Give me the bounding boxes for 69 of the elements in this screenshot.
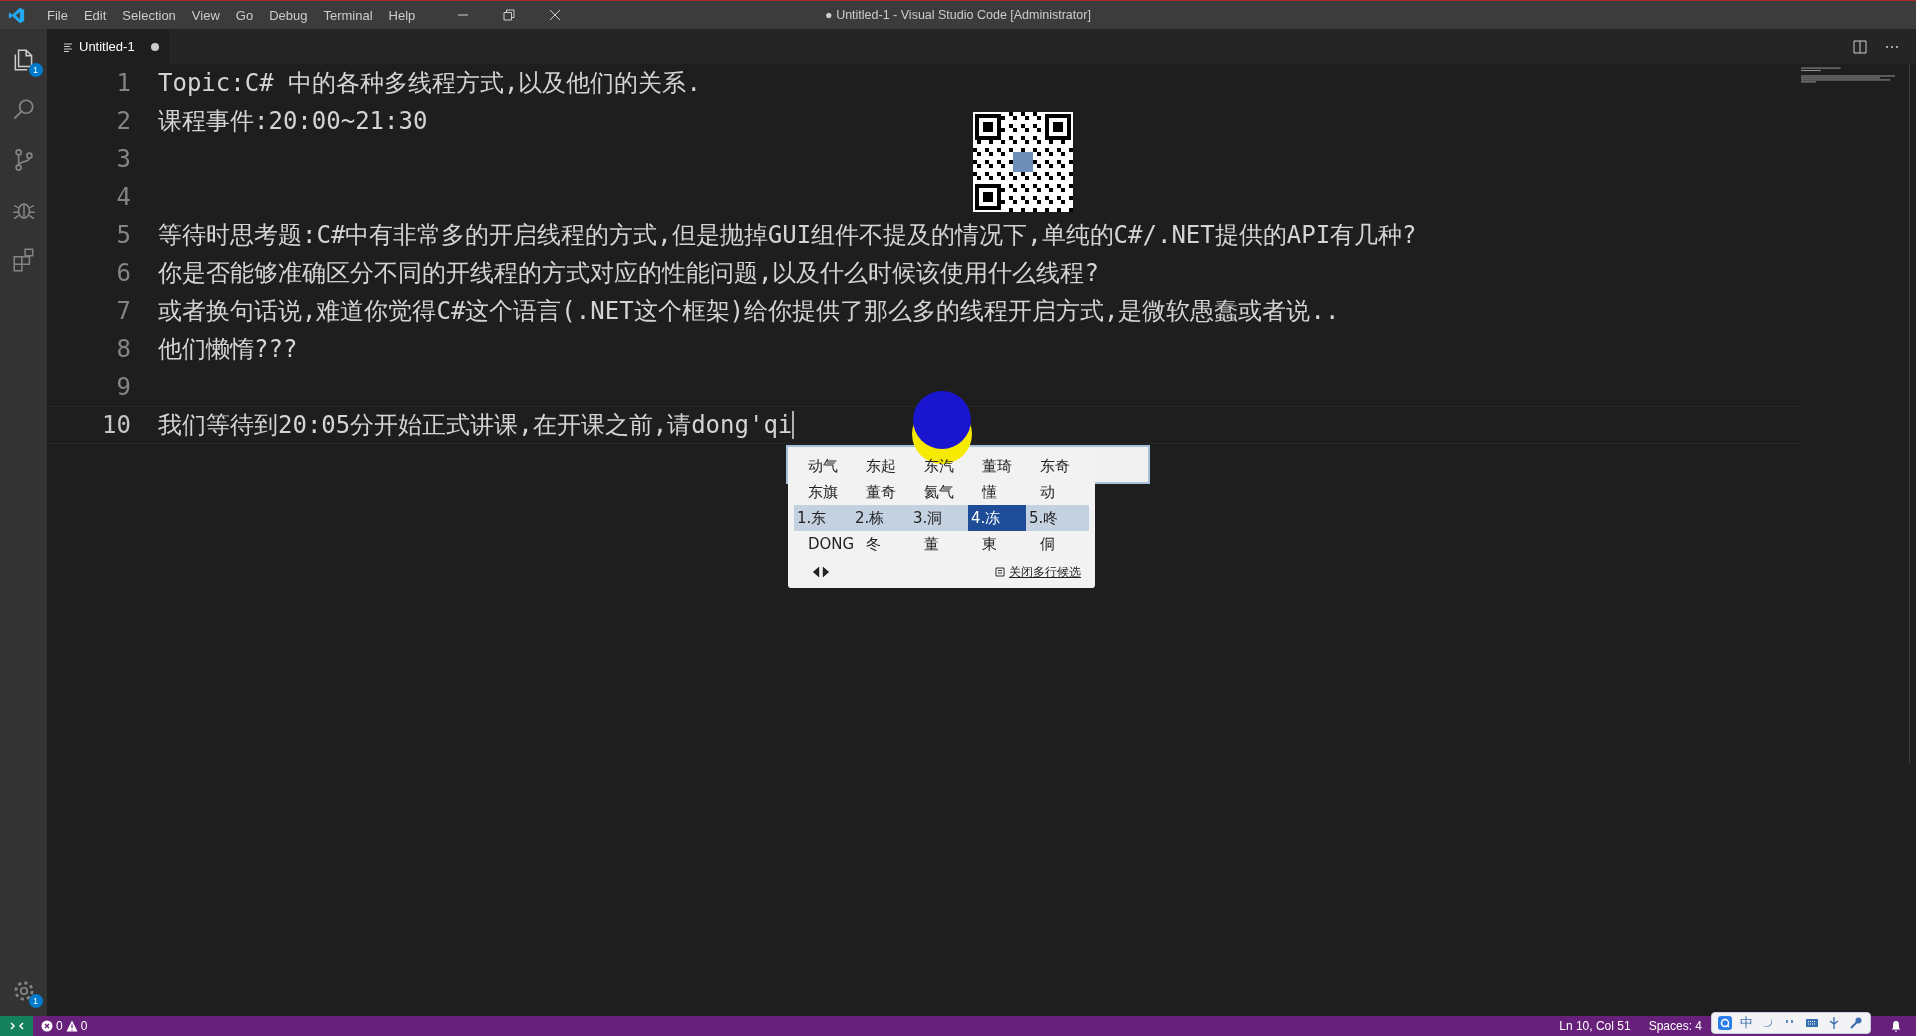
notification-badge: 1	[28, 994, 43, 1008]
line-number: 1	[115, 69, 131, 97]
candidate[interactable]: 5.咚	[1026, 505, 1084, 531]
menu-item[interactable]: Edit	[75, 7, 115, 23]
code-line: 或者换句话说,难道你觉得C#这个语言(.NET这个框架)给你提供了那么多的线程开启方式,是微软愚蠢或者说..	[158, 296, 1340, 327]
candidate[interactable]: DONG	[794, 531, 852, 557]
cursor-position[interactable]: Ln 10, Col 51	[1559, 1019, 1631, 1033]
text-cursor	[792, 411, 795, 439]
restore-icon[interactable]	[503, 9, 516, 21]
indentation-setting[interactable]: Spaces: 4	[1648, 1019, 1702, 1033]
candidate[interactable]: 侗	[1026, 531, 1084, 557]
text-file-icon	[63, 41, 73, 52]
page-arrows-icon[interactable]	[812, 566, 830, 578]
split-editor-icon[interactable]	[1852, 38, 1868, 55]
list-icon	[995, 567, 1005, 577]
code-line: 他们懒惰???	[158, 334, 298, 365]
line-number: 2	[115, 107, 131, 135]
menu-item[interactable]: Help	[380, 7, 424, 23]
bell-icon[interactable]	[1890, 1020, 1902, 1032]
menu-item[interactable]: Go	[227, 7, 262, 23]
line-number: 8	[115, 335, 131, 363]
ime-logo-icon[interactable]	[1718, 1016, 1732, 1030]
code-line: 等待时思考题:C#中有非常多的开启线程的方式,但是抛掉GUI组件不提及的情况下,单纯的C#/.NET提供的API有几种?	[158, 220, 1417, 251]
candidate[interactable]: 4.冻	[968, 505, 1026, 531]
line-number: 5	[115, 221, 131, 249]
candidate[interactable]: 董	[910, 531, 968, 557]
close-icon[interactable]	[549, 9, 562, 21]
candidate[interactable]: 动	[1026, 479, 1084, 505]
candidate[interactable]: 董奇	[852, 479, 910, 505]
menu-item[interactable]: File	[39, 7, 76, 23]
code-line: 课程事件:20:00~21:30	[158, 106, 428, 137]
error-icon	[41, 1020, 53, 1032]
candidate[interactable]: 冬	[852, 531, 910, 557]
app-logo-icon	[8, 6, 25, 24]
candidate[interactable]: 3.洞	[910, 505, 968, 531]
candidate[interactable]: 懂	[968, 479, 1026, 505]
menu-item[interactable]: Terminal	[315, 7, 381, 23]
line-number: 4	[115, 183, 131, 211]
menu-item[interactable]: Selection	[114, 7, 184, 23]
candidate[interactable]: 动气	[794, 453, 852, 479]
line-number: 7	[115, 297, 131, 325]
wrench-icon[interactable]	[1849, 1016, 1863, 1030]
line-number: 3	[115, 145, 131, 173]
problems-button[interactable]: 0 0	[33, 1019, 96, 1033]
line-number: 10	[101, 411, 131, 439]
remote-icon	[9, 1021, 24, 1031]
candidate[interactable]: 1.东	[794, 505, 852, 531]
code-line: 你是否能够准确区分不同的开线程的方式对应的性能问题,以及什么时候该使用什么线程?	[158, 258, 1099, 289]
notification-badge: 1	[28, 63, 43, 77]
editor-tab[interactable]: Untitled-1	[47, 29, 169, 64]
warning-icon	[65, 1020, 78, 1032]
code-line: 我们等待到20:05分开始正式讲课,在开课之前,请dong'qi	[158, 410, 793, 441]
keyboard-icon[interactable]	[1805, 1016, 1819, 1030]
candidate[interactable]: 氦气	[910, 479, 968, 505]
window-title: ● Untitled-1 - Visual Studio Code [Administrator]	[825, 8, 1091, 22]
candidate[interactable]: 东旗	[794, 479, 852, 505]
menu-item[interactable]: View	[183, 7, 228, 23]
candidate[interactable]: 董琦	[968, 453, 1026, 479]
candidate[interactable]: 东奇	[1026, 453, 1084, 479]
candidate[interactable]: 东起	[852, 453, 910, 479]
line-number: 6	[115, 259, 131, 287]
line-number: 9	[115, 373, 131, 401]
candidate[interactable]: 2.栋	[852, 505, 910, 531]
ime-mode-toggle[interactable]: 中	[1740, 1014, 1753, 1032]
code-line: Topic:C# 中的各种多线程方式,以及他们的关系.	[158, 68, 701, 99]
remote-button[interactable]	[0, 1016, 33, 1036]
menu-item[interactable]: Debug	[261, 7, 316, 23]
close-multiline-link[interactable]: 关闭多行候选	[1009, 563, 1081, 581]
candidate[interactable]: 東	[968, 531, 1026, 557]
